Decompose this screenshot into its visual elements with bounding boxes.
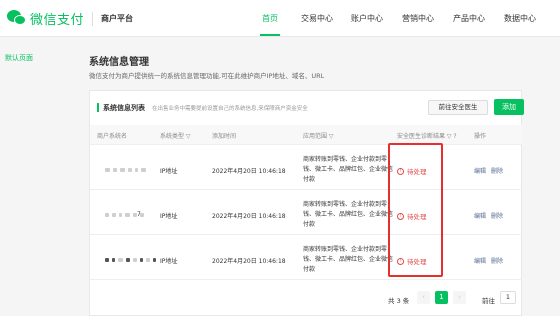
add-time: 2022年4月20日 10:46:18 [212,213,286,220]
scope-text: 商家转账到零钱、企业付款到零钱、微工卡、品牌红包、企业微信付款 [303,246,394,273]
platform-name: 商户平台 [101,14,134,23]
nav-active-indicator [260,34,280,36]
page-title: 系统信息管理 [89,57,149,68]
pagination: 共 3 条 ‹ 1 › 前往 1 [90,289,522,309]
nav-data-center[interactable]: 数据中心 [504,13,536,24]
card-title-accent [97,103,99,112]
total-count: 共 3 条 [388,297,410,305]
system-type: IP地址 [160,258,178,265]
merchant-name-suffix: 7 [137,211,141,218]
edit-link[interactable]: 编辑 [474,256,486,265]
goto-label: 前往 [482,297,495,305]
system-type: IP地址 [160,168,178,175]
table-header: 商户系统名 系统类型 ▽ 添加时间 应用范围 ▽ 安全医生诊断结果 ▽ ? 操作 [90,125,522,145]
wechat-pay-logo-icon [7,10,27,27]
nav-marketing-center[interactable]: 营销中心 [402,13,434,24]
goto-page-input[interactable]: 1 [500,291,516,304]
scope-text: 商家转账到零钱、企业付款到零钱、微工卡、品牌红包、企业微信付款 [303,201,394,228]
prev-page-icon[interactable]: ‹ [417,291,430,304]
sidebar-item-default-page[interactable]: 默认页面 [5,53,33,63]
add-time: 2022年4月20日 10:46:18 [212,168,286,175]
delete-link[interactable]: 删除 [491,166,503,175]
table-row: IP地址 2022年4月20日 10:46:18 商家转账到零钱、企业付款到零钱… [90,236,522,280]
delete-link[interactable]: 删除 [491,211,503,220]
card-tip: 在出售业务中需要提前设置自己的系统信息,来保障商户资金安全 [152,106,308,112]
edit-link[interactable]: 编辑 [474,166,486,175]
col-merchant-system-name: 商户系统名 [97,133,128,140]
col-add-time: 添加时间 [212,133,237,140]
logo-divider [92,11,94,26]
wechat-pay-logo[interactable]: 微信支付 商户平台 [7,9,133,28]
merchant-name-redacted [105,167,146,172]
table-row: 7 IP地址 2022年4月20日 10:46:18 商家转账到零钱、企业付款到… [90,191,522,235]
scope-text: 商家转账到零钱、企业付款到零钱、微工卡、品牌红包、企业微信付款 [303,156,394,183]
col-system-type[interactable]: 系统类型 ▽ [160,131,191,140]
table-row: IP地址 2022年4月20日 10:46:18 商家转账到零钱、企业付款到零钱… [90,146,522,190]
delete-link[interactable]: 删除 [491,256,503,265]
card-title: 系统信息列表 [103,104,145,112]
add-button[interactable]: 添加 [494,99,524,115]
edit-link[interactable]: 编辑 [474,211,486,220]
highlight-annotation-box [388,143,443,277]
nav-trade-center[interactable]: 交易中心 [301,13,333,24]
top-header: 微信支付 商户平台 首页 交易中心 账户中心 营销中心 产品中心 数据中心 [0,0,560,37]
go-to-security-doctor-button[interactable]: 前往安全医生 [428,100,488,115]
system-type: IP地址 [160,213,178,220]
sidebar: 默认页面 [0,38,80,316]
logo-text: 微信支付 [30,13,85,28]
add-time: 2022年4月20日 10:46:18 [212,258,286,265]
page-description: 微信支付为商户提供统一的系统信息管理功能,可在此维护商户IP地址、域名、URL [89,72,325,80]
system-info-card: 系统信息列表 在出售业务中需要提前设置自己的系统信息,来保障商户资金安全 前往安… [89,90,524,316]
col-diagnosis-result[interactable]: 安全医生诊断结果 ▽ ? [397,131,457,140]
nav-account-center[interactable]: 账户中心 [351,13,383,24]
col-scope[interactable]: 应用范围 ▽ [303,131,334,140]
merchant-name-redacted [105,257,156,262]
col-operations: 操作 [474,133,487,140]
nav-home[interactable]: 首页 [262,13,278,24]
nav-product-center[interactable]: 产品中心 [453,13,485,24]
next-page-icon[interactable]: › [453,291,466,304]
current-page-button[interactable]: 1 [435,291,448,304]
